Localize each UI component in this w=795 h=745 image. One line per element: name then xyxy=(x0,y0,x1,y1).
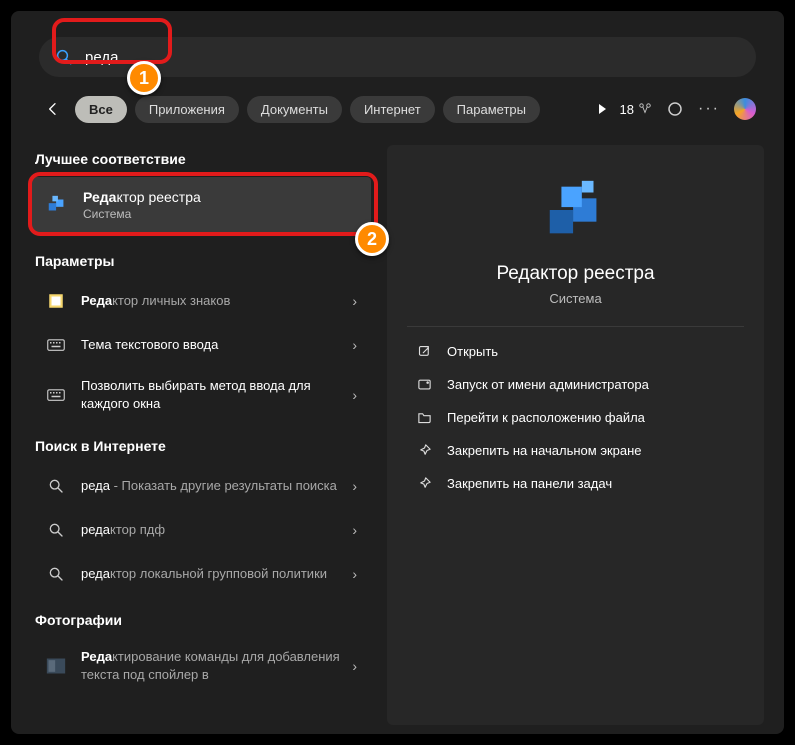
action-label: Закрепить на начальном экране xyxy=(447,443,642,458)
action-pin-start[interactable]: Закрепить на начальном экране xyxy=(407,434,744,467)
folder-icon xyxy=(415,410,433,425)
more-filters-icon[interactable] xyxy=(599,104,606,114)
chevron-right-icon: › xyxy=(352,387,357,403)
list-item-label: Позволить выбирать метод ввода для каждо… xyxy=(81,377,352,412)
keyboard-icon xyxy=(45,338,67,352)
search-input[interactable] xyxy=(85,49,740,66)
app-large-icon xyxy=(407,175,744,245)
image-thumb-icon xyxy=(45,657,67,675)
back-button[interactable] xyxy=(39,95,67,123)
pin-icon xyxy=(415,443,433,458)
rewards-points[interactable]: 18 xyxy=(620,102,652,117)
list-item-label: Редактор личных знаков xyxy=(81,292,352,310)
overflow-menu[interactable]: ··· xyxy=(698,100,720,118)
action-open-location[interactable]: Перейти к расположению файла xyxy=(407,401,744,434)
best-match-item[interactable]: Редактор реестра Система xyxy=(31,177,371,233)
web-item[interactable]: редактор пдф › xyxy=(31,508,371,552)
chevron-right-icon: › xyxy=(352,478,357,494)
list-item-label: реда - Показать другие результаты поиска xyxy=(81,477,352,495)
search-icon xyxy=(45,522,67,538)
web-item[interactable]: редактор локальной групповой политики › xyxy=(31,552,371,596)
settings-item[interactable]: Редактор личных знаков › xyxy=(31,279,371,323)
photo-item[interactable]: Редактирование команды для добавления те… xyxy=(31,638,371,693)
settings-item[interactable]: Тема текстового ввода › xyxy=(31,323,371,367)
section-best-match: Лучшее соответствие xyxy=(35,151,367,167)
filter-settings[interactable]: Параметры xyxy=(443,96,540,123)
pin-icon xyxy=(415,476,433,491)
search-icon xyxy=(45,566,67,582)
section-web: Поиск в Интернете xyxy=(35,438,367,454)
open-icon xyxy=(415,344,433,359)
action-label: Запуск от имени администратора xyxy=(447,377,649,392)
list-item-label: Редактирование команды для добавления те… xyxy=(81,648,352,683)
list-item-label: редактор локальной групповой политики xyxy=(81,565,352,583)
filter-web[interactable]: Интернет xyxy=(350,96,435,123)
action-label: Открыть xyxy=(447,344,498,359)
annotation-badge-1: 1 xyxy=(127,61,161,95)
search-icon xyxy=(45,478,67,494)
list-item-label: Тема текстового ввода xyxy=(81,336,352,354)
section-settings: Параметры xyxy=(35,253,367,269)
copilot-icon[interactable] xyxy=(734,98,756,120)
list-item-label: редактор пдф xyxy=(81,521,352,539)
filter-apps[interactable]: Приложения xyxy=(135,96,239,123)
filter-all[interactable]: Все xyxy=(75,96,127,123)
settings-item[interactable]: Позволить выбирать метод ввода для каждо… xyxy=(31,367,371,422)
circle-icon[interactable] xyxy=(666,100,684,118)
action-open[interactable]: Открыть xyxy=(407,335,744,368)
search-icon xyxy=(55,48,73,66)
action-label: Закрепить на панели задач xyxy=(447,476,612,491)
action-label: Перейти к расположению файла xyxy=(447,410,645,425)
action-pin-taskbar[interactable]: Закрепить на панели задач xyxy=(407,467,744,500)
filter-row: Все Приложения Документы Интернет Параме… xyxy=(39,95,756,123)
chevron-right-icon: › xyxy=(352,293,357,309)
section-photos: Фотографии xyxy=(35,612,367,628)
chevron-right-icon: › xyxy=(352,566,357,582)
details-panel: Редактор реестра Система Открыть Запуск … xyxy=(387,145,764,725)
web-item[interactable]: реда - Показать другие результаты поиска… xyxy=(31,464,371,508)
details-title: Редактор реестра xyxy=(407,263,744,285)
shield-icon xyxy=(415,377,433,392)
action-run-admin[interactable]: Запуск от имени администратора xyxy=(407,368,744,401)
char-editor-icon xyxy=(45,292,67,310)
chevron-right-icon: › xyxy=(352,522,357,538)
results-column: Лучшее соответствие Редактор реестра Сис… xyxy=(31,145,371,725)
best-match-sub: Система xyxy=(83,207,201,221)
chevron-right-icon: › xyxy=(352,337,357,353)
filter-docs[interactable]: Документы xyxy=(247,96,342,123)
best-match-title: Редактор реестра xyxy=(83,189,201,205)
keyboard-icon xyxy=(45,388,67,402)
details-subtitle: Система xyxy=(407,291,744,306)
chevron-right-icon: › xyxy=(352,658,357,674)
annotation-badge-2: 2 xyxy=(355,222,389,256)
divider xyxy=(407,326,744,327)
regedit-icon xyxy=(45,193,69,217)
